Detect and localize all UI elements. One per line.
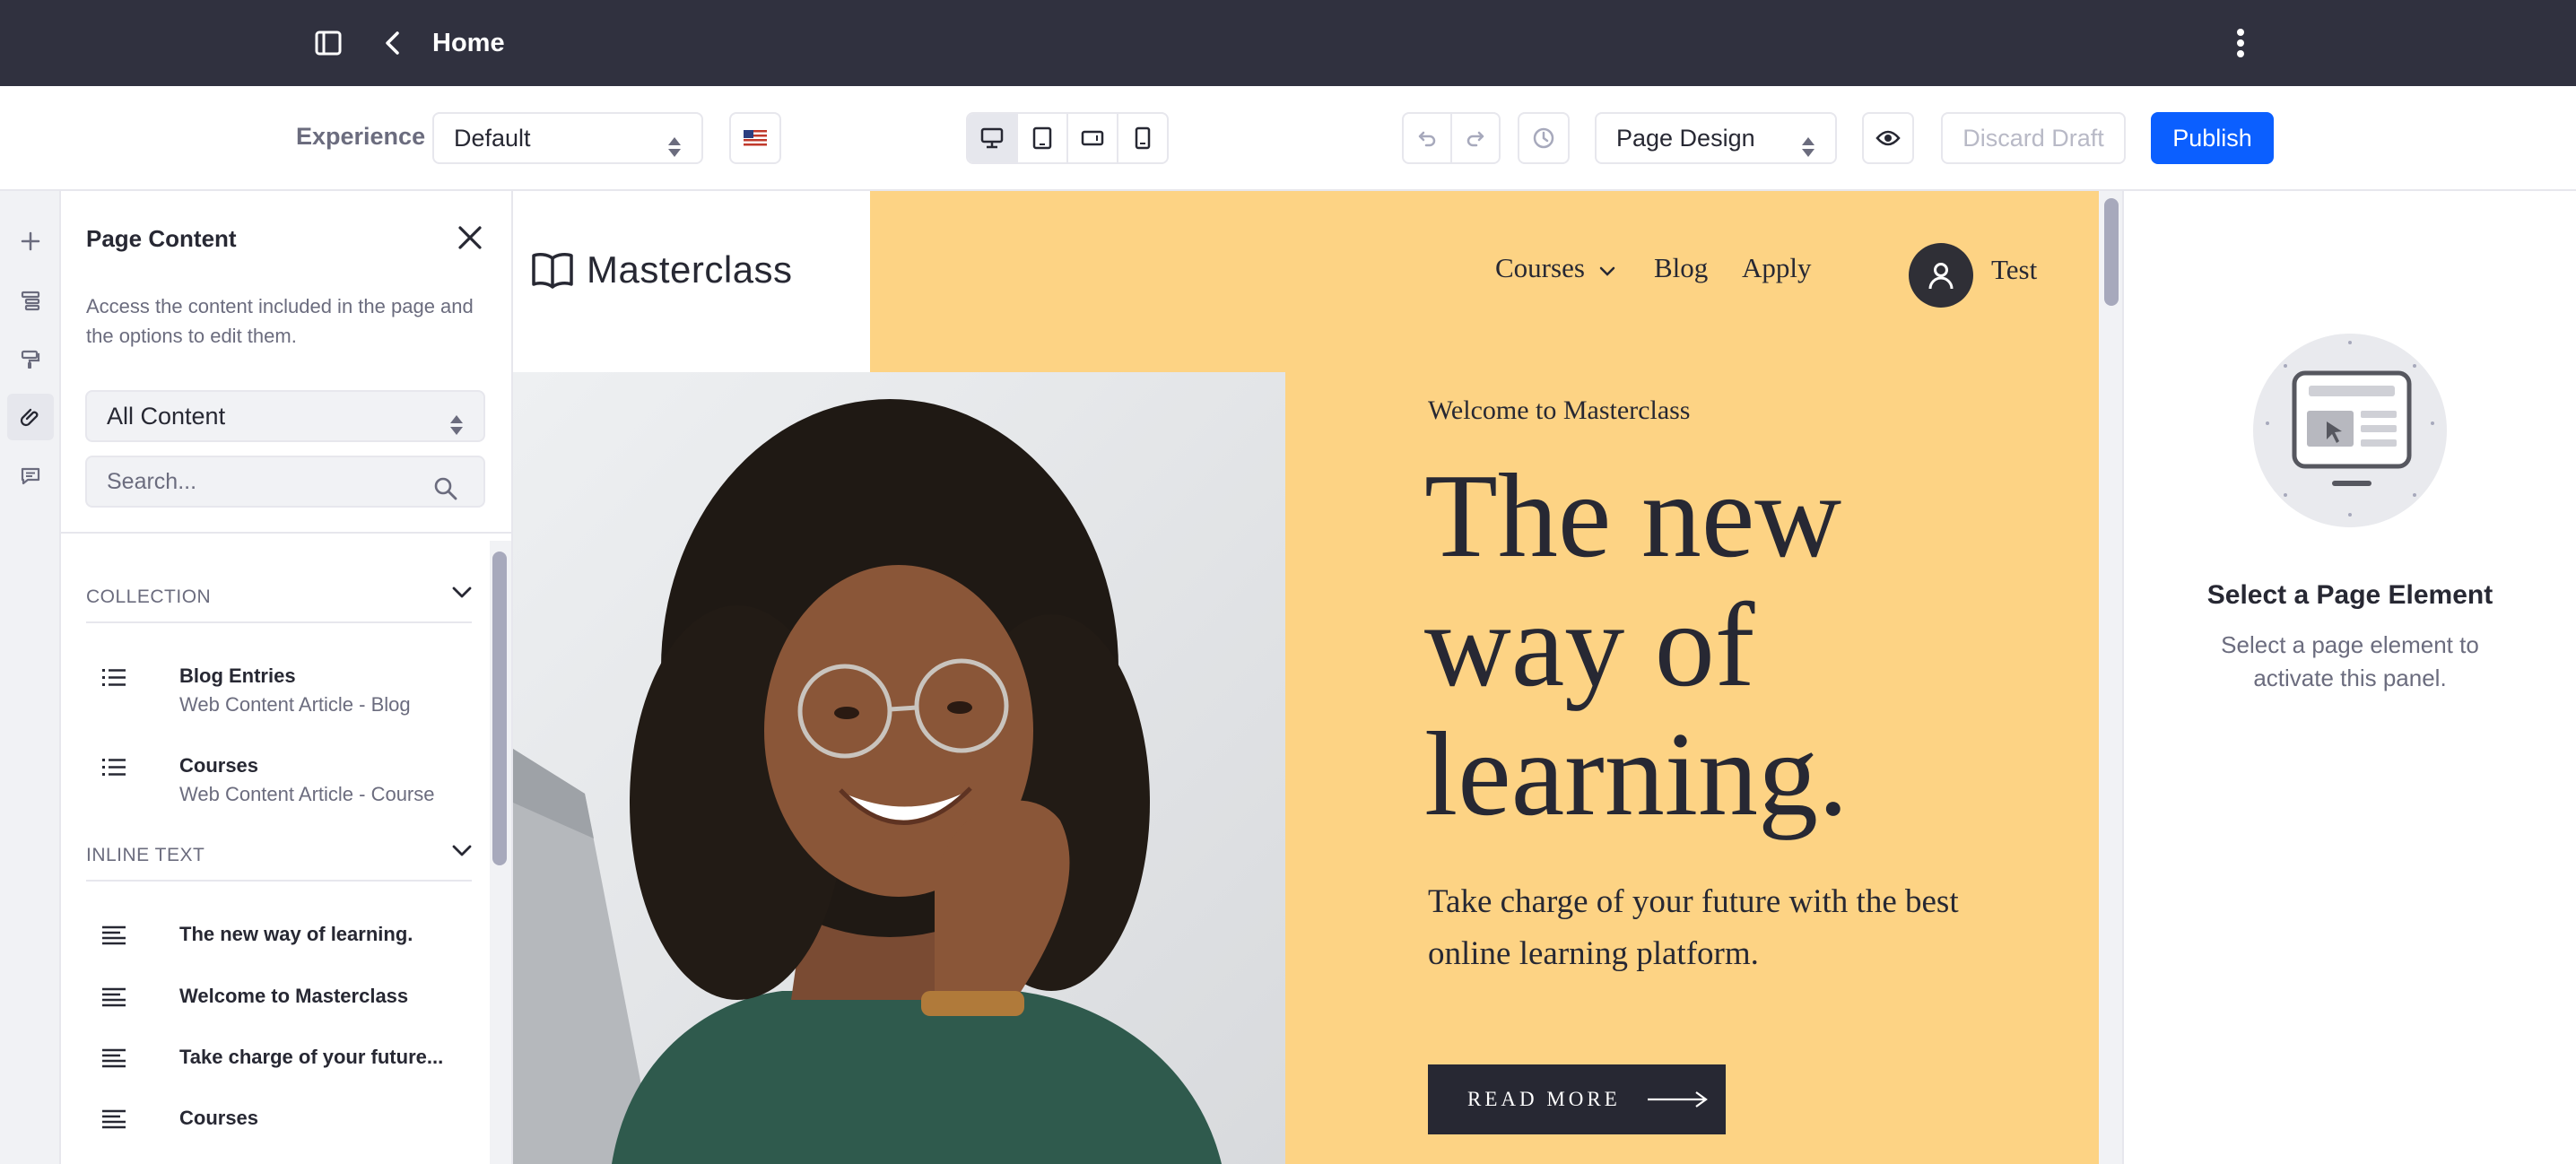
us-flag-icon bbox=[744, 130, 767, 146]
scrollbar-thumb[interactable] bbox=[492, 552, 507, 865]
undo-icon bbox=[1418, 131, 1436, 147]
mode-select[interactable]: Page Design bbox=[1595, 112, 1837, 164]
search-field bbox=[85, 456, 485, 508]
section-label: COLLECTION bbox=[86, 586, 212, 607]
device-preview-group bbox=[966, 112, 1169, 164]
chevron-down-icon[interactable] bbox=[452, 841, 472, 863]
close-icon[interactable] bbox=[456, 223, 488, 256]
panel-scrollbar[interactable] bbox=[490, 541, 511, 1164]
paint-roller-icon[interactable] bbox=[7, 336, 54, 383]
clock-icon bbox=[1533, 127, 1554, 149]
nav-item-blog[interactable]: Blog bbox=[1654, 252, 1708, 284]
list-icon bbox=[102, 756, 126, 782]
user-name[interactable]: Test bbox=[1991, 254, 2037, 286]
item-title: Courses bbox=[179, 754, 259, 777]
section-header-inline-text[interactable]: INLINE TEXT bbox=[86, 845, 472, 866]
nav-item-courses[interactable]: Courses bbox=[1495, 252, 1615, 284]
item-subtitle: Web Content Article - Blog bbox=[179, 693, 411, 716]
canvas-scrollbar[interactable] bbox=[2099, 191, 2124, 1164]
item-title: Courses bbox=[179, 1107, 259, 1129]
section-label: INLINE TEXT bbox=[86, 845, 205, 865]
page-content-icon[interactable] bbox=[7, 394, 54, 440]
mode-value: Page Design bbox=[1616, 125, 1755, 152]
list-icon bbox=[102, 666, 126, 692]
panel-title: Page Content bbox=[86, 225, 237, 252]
select-arrows-icon bbox=[1801, 126, 1815, 175]
publish-button[interactable]: Publish bbox=[2151, 112, 2274, 164]
search-icon[interactable] bbox=[433, 470, 458, 518]
add-fragments-icon[interactable] bbox=[7, 218, 54, 265]
redo-button[interactable] bbox=[1450, 112, 1501, 164]
hero-eyebrow: Welcome to Masterclass bbox=[1428, 395, 1691, 425]
divider bbox=[86, 621, 472, 623]
item-subtitle: Web Content Article - Course bbox=[179, 783, 435, 805]
back-arrow-icon[interactable] bbox=[375, 25, 411, 61]
chevron-down-icon[interactable] bbox=[452, 583, 472, 604]
item-title: Blog Entries bbox=[179, 665, 296, 687]
landscape-phone-icon[interactable] bbox=[1068, 114, 1118, 162]
select-arrows-icon bbox=[667, 126, 682, 175]
experience-label: Experience bbox=[296, 123, 426, 150]
page-canvas: Masterclass Courses Blog Apply Test Welc… bbox=[513, 191, 2099, 1164]
undo-button[interactable] bbox=[1402, 112, 1452, 164]
open-book-icon bbox=[532, 253, 573, 289]
text-align-icon bbox=[102, 986, 126, 1012]
tablet-icon[interactable] bbox=[1018, 114, 1068, 162]
page-content-panel: Page Content Access the content included… bbox=[61, 191, 513, 1164]
read-more-button[interactable]: READ MORE bbox=[1428, 1064, 1726, 1134]
hero-photo bbox=[513, 372, 1285, 1164]
editor-toolbar: Experience Default Page Design Discard D… bbox=[0, 86, 2576, 191]
language-flag-button[interactable] bbox=[729, 112, 781, 164]
item-title: The new way of learning. bbox=[179, 923, 413, 945]
kebab-menu-icon[interactable] bbox=[2223, 25, 2258, 61]
eye-icon bbox=[1875, 130, 1901, 146]
panel-description: Access the content included in the page … bbox=[86, 295, 474, 347]
sidebar-toggle-icon[interactable] bbox=[310, 25, 346, 61]
text-align-icon bbox=[102, 925, 126, 951]
configuration-panel: Select a Page Element Select a page elem… bbox=[2124, 191, 2576, 1164]
divider bbox=[61, 532, 511, 534]
section-header-collection[interactable]: COLLECTION bbox=[86, 586, 472, 608]
discard-draft-button[interactable]: Discard Draft bbox=[1941, 112, 2126, 164]
arrow-right-icon bbox=[1647, 1091, 1708, 1108]
smiling-woman-image bbox=[513, 372, 1285, 1164]
empty-state-text: Select a page element to activate this p… bbox=[2221, 631, 2479, 691]
avatar[interactable] bbox=[1909, 243, 1973, 308]
desktop-icon[interactable] bbox=[968, 114, 1018, 162]
hero-title: The new way of learning. bbox=[1424, 449, 1849, 840]
text-align-icon bbox=[102, 1108, 126, 1134]
text-align-icon bbox=[102, 1047, 126, 1073]
filter-value: All Content bbox=[107, 403, 226, 430]
empty-state-title: Select a Page Element bbox=[2206, 580, 2493, 610]
select-arrows-icon bbox=[449, 404, 464, 453]
user-icon bbox=[1928, 263, 1954, 290]
search-input[interactable] bbox=[107, 469, 430, 495]
redo-icon bbox=[1466, 131, 1484, 147]
preview-button[interactable] bbox=[1862, 112, 1914, 164]
experience-value: Default bbox=[454, 125, 531, 152]
hero-subtitle: Take charge of your future with the best… bbox=[1428, 883, 1959, 972]
nav-label: Courses bbox=[1495, 252, 1585, 283]
read-more-label: READ MORE bbox=[1467, 1088, 1621, 1110]
select-element-illustration bbox=[2250, 330, 2450, 535]
portrait-phone-icon[interactable] bbox=[1118, 114, 1167, 162]
site-logo[interactable]: Masterclass bbox=[531, 248, 793, 291]
logo-text: Masterclass bbox=[587, 248, 793, 291]
browser-tree-icon[interactable] bbox=[7, 277, 54, 324]
scrollbar-thumb[interactable] bbox=[2104, 198, 2119, 306]
divider bbox=[86, 880, 472, 882]
nav-item-apply[interactable]: Apply bbox=[1742, 252, 1812, 284]
history-button[interactable] bbox=[1518, 112, 1570, 164]
page-title: Home bbox=[432, 29, 505, 57]
item-title: Take charge of your future... bbox=[179, 1046, 444, 1068]
comments-icon[interactable] bbox=[7, 453, 54, 499]
experience-select[interactable]: Default bbox=[432, 112, 703, 164]
sidebar-rail bbox=[0, 191, 61, 1164]
top-bar: Home bbox=[0, 0, 2576, 86]
chevron-down-icon bbox=[1599, 266, 1614, 276]
item-title: Welcome to Masterclass bbox=[179, 985, 409, 1007]
content-filter-select[interactable]: All Content bbox=[85, 390, 485, 442]
